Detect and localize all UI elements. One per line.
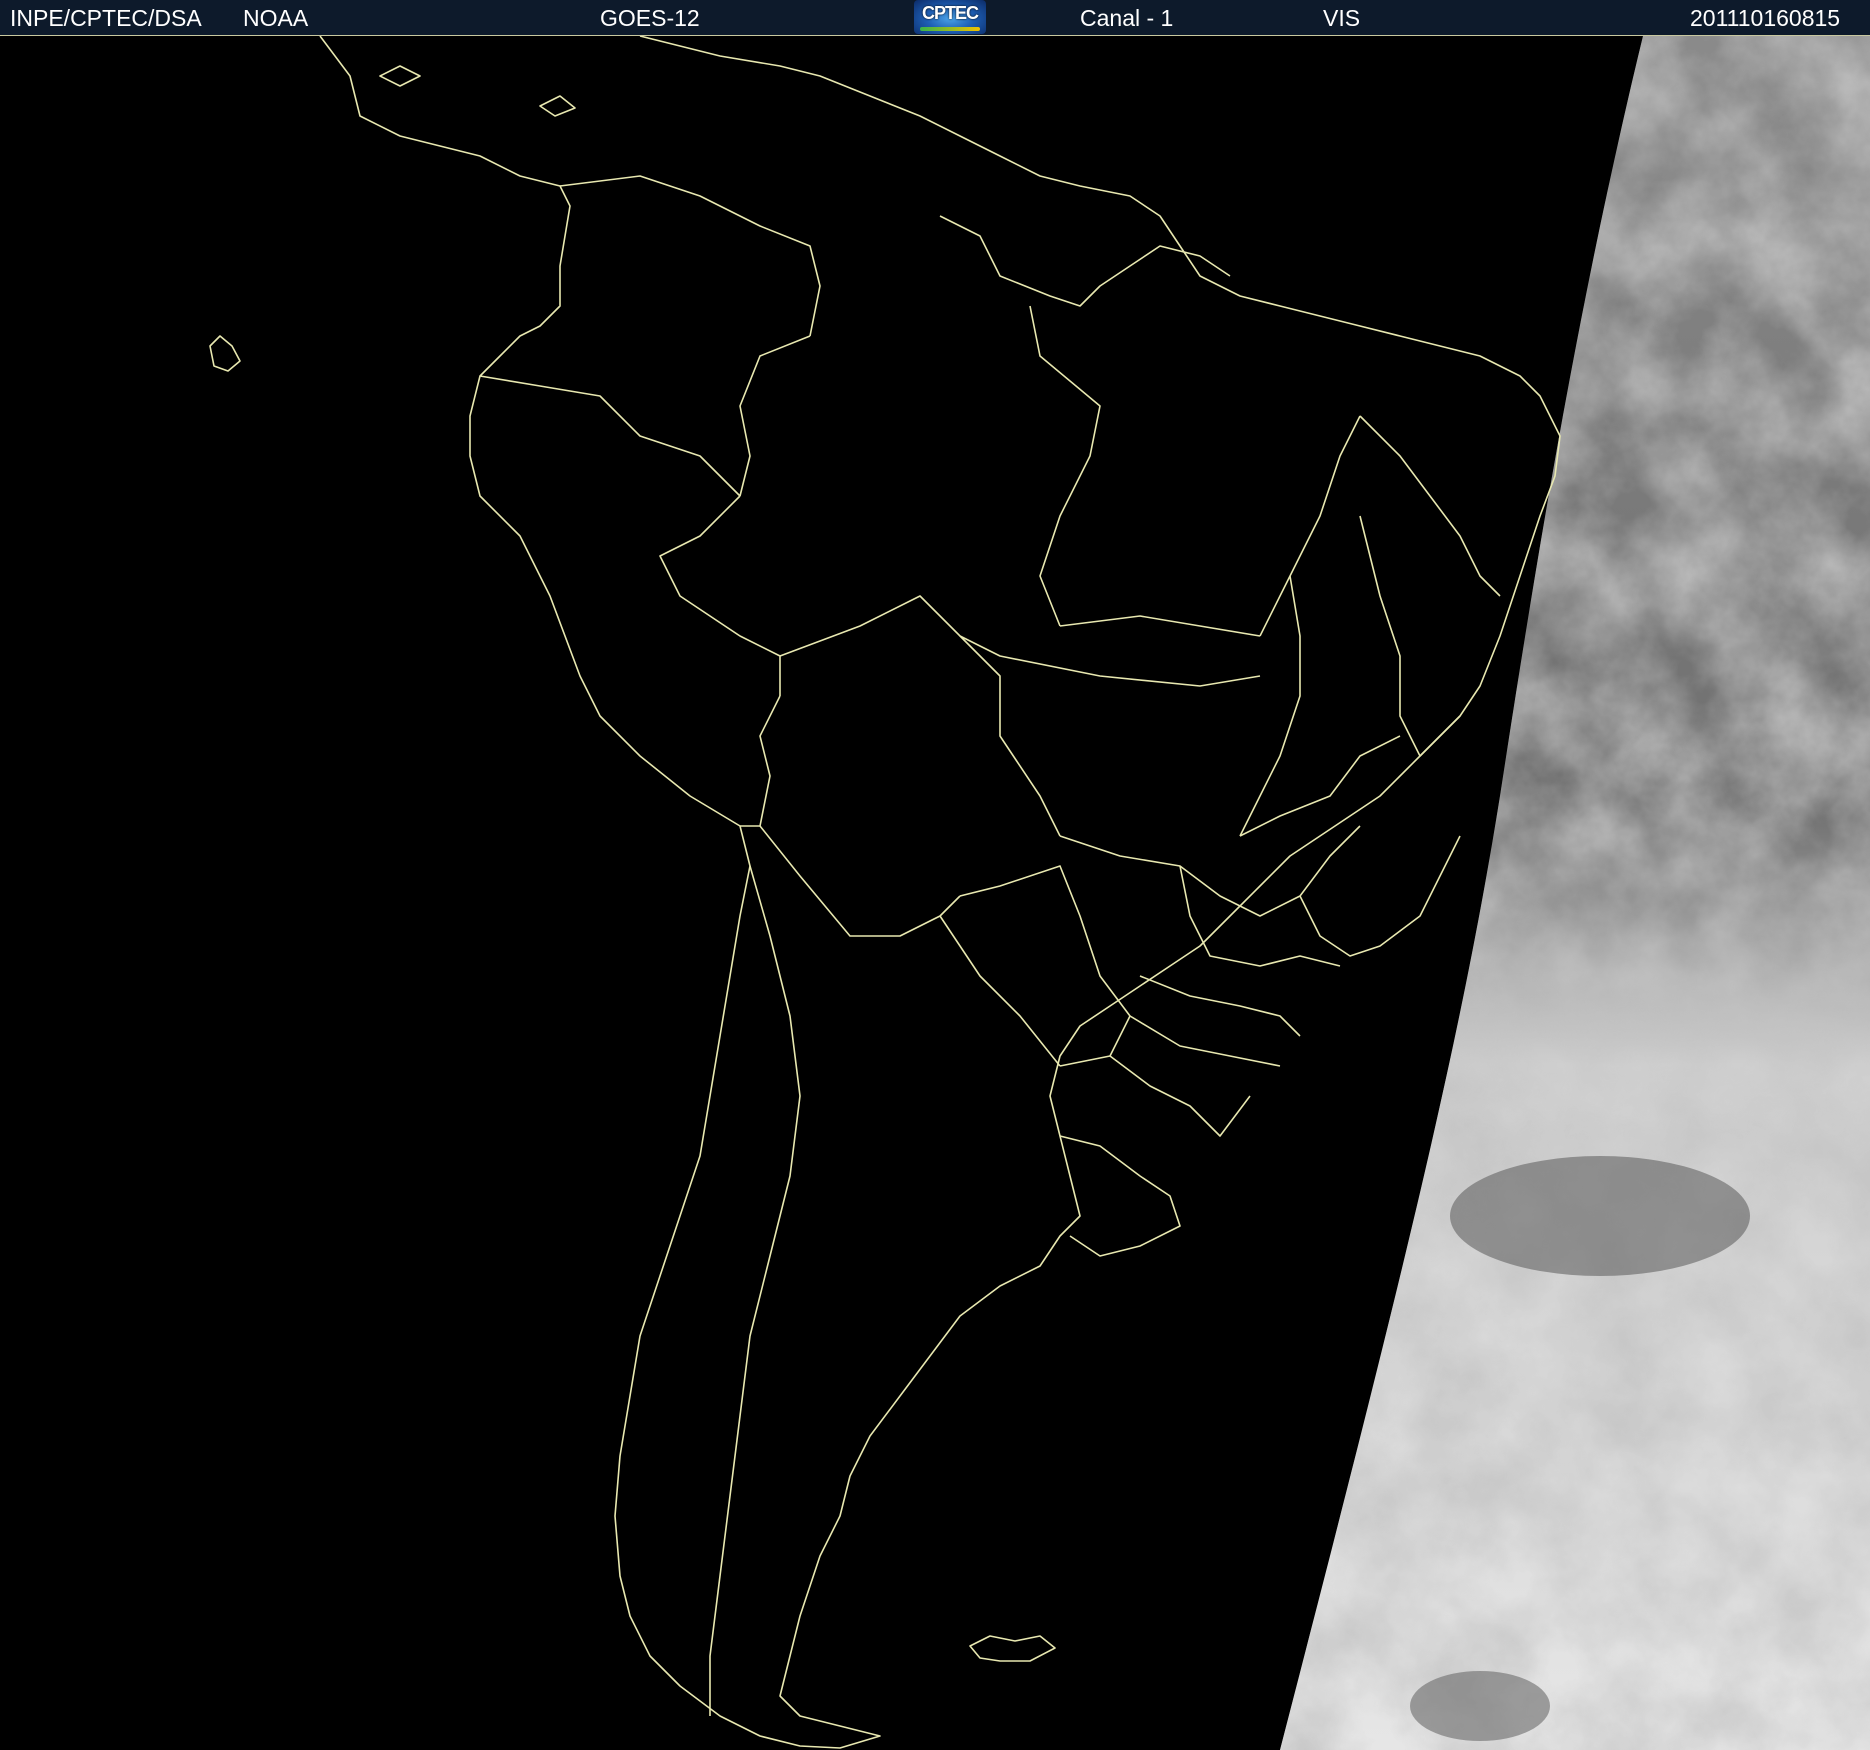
header-bar: INPE/CPTEC/DSA NOAA GOES-12 CPTEC Canal … [0, 0, 1870, 36]
satellite-label: GOES-12 [600, 5, 700, 31]
organization-label: INPE/CPTEC/DSA [10, 5, 202, 31]
band-label: VIS [1323, 5, 1361, 31]
cptec-logo-text: CPTEC [921, 3, 979, 23]
satellite-image [0, 36, 1870, 1750]
channel-label: Canal - 1 [1080, 5, 1174, 31]
timestamp-label: 201110160815 [1690, 5, 1841, 31]
cloud-swirl-dark [1450, 1156, 1750, 1276]
satellite-map-svg [0, 36, 1870, 1750]
cptec-logo-swoosh [920, 27, 980, 31]
cptec-logo: CPTEC [914, 0, 986, 34]
agency-label: NOAA [243, 5, 309, 31]
cloud-swirl-dark-south [1410, 1671, 1550, 1741]
